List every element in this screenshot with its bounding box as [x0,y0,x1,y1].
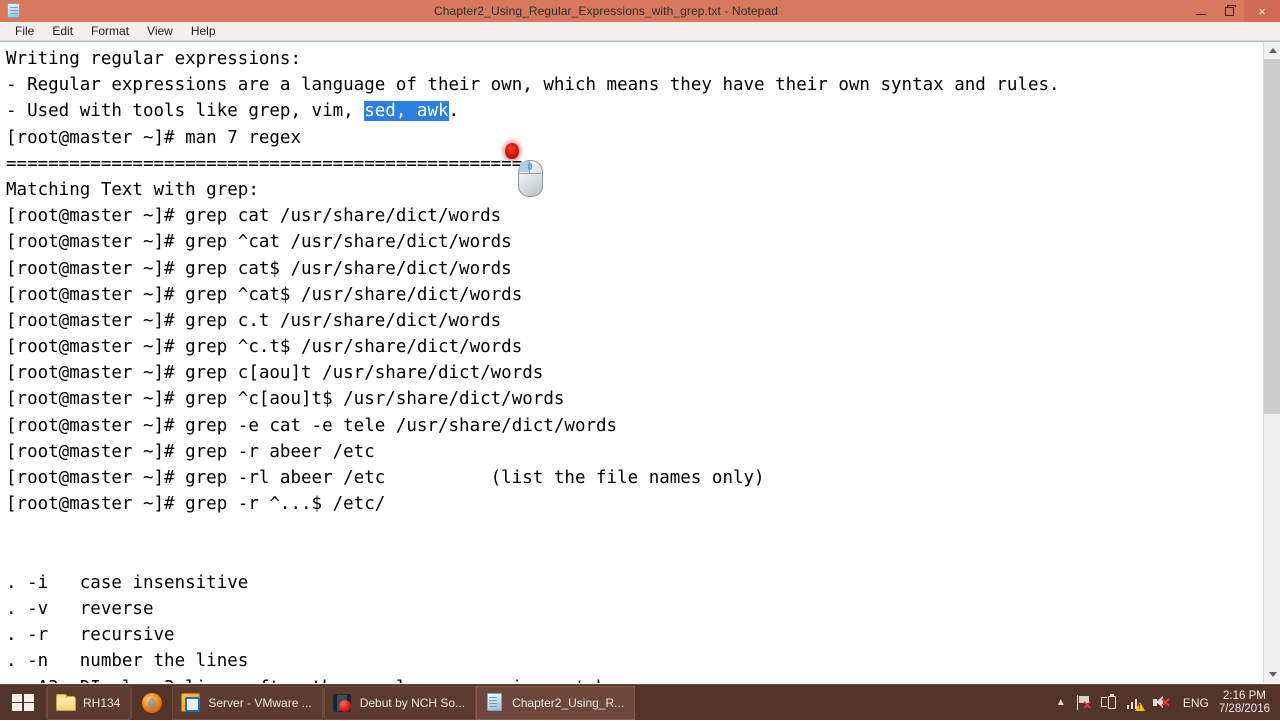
editor-line-blank [6,517,1262,543]
firefox-icon [142,693,162,713]
show-hidden-icons-button[interactable]: ▲ [1051,685,1071,721]
folder-icon [56,693,76,713]
close-button[interactable]: × [1244,0,1280,22]
editor-line-blank [6,544,1262,570]
line-prefix: - Used with tools like grep, vim, [6,101,364,121]
chevron-down-icon [1269,672,1277,677]
clock-date: 7/28/2016 [1219,703,1270,716]
taskbar-item-label: Debut by NCH So... [360,696,465,710]
editor-line: - Regular expressions are a language of … [6,72,1262,98]
network-warning-icon[interactable] [1122,685,1148,721]
scrollbar-thumb[interactable] [1264,59,1280,414]
action-center-flag-icon[interactable]: ✕ [1071,685,1096,721]
editor-line: [root@master ~]# grep -r abeer /etc [6,439,1262,465]
editor-line: [root@master ~]# grep ^c.t$ /usr/share/d… [6,334,1262,360]
editor-area: Writing regular expressions: - Regular e… [0,41,1280,684]
taskbar-item-notepad[interactable]: Chapter2_Using_R... [476,686,635,720]
taskbar-item-debut[interactable]: Debut by NCH So... [324,686,476,720]
speaker-muted-icon[interactable]: ✕ [1148,685,1175,721]
menu-item-edit[interactable]: Edit [43,23,82,40]
menu-item-file[interactable]: File [6,23,43,40]
vmware-icon [181,693,201,713]
editor-line: Writing regular expressions: [6,46,1262,72]
selected-text: sed, awk [364,101,448,121]
scroll-up-button[interactable] [1264,42,1280,59]
taskbar-item-label: Chapter2_Using_R... [512,696,624,710]
editor-line: [root@master ~]# grep ^cat$ /usr/share/d… [6,282,1262,308]
clock[interactable]: 2:16 PM 7/28/2016 [1217,690,1276,716]
notepad-icon [485,693,505,713]
menu-item-view[interactable]: View [138,23,182,40]
taskbar-item-rh134[interactable]: RH134 [47,686,131,720]
title-bar[interactable]: Chapter2_Using_Regular_Expressions_with_… [0,0,1280,22]
editor-line: [root@master ~]# grep c[aou]t /usr/share… [6,360,1262,386]
line-suffix: . [449,101,460,121]
scroll-down-button[interactable] [1264,666,1280,683]
editor-line: [root@master ~]# grep ^cat /usr/share/di… [6,229,1262,255]
menu-item-help[interactable]: Help [182,23,225,40]
windows-logo-icon [12,694,34,712]
editor-line: . -i case insensitive [6,570,1262,596]
chevron-up-icon: ▲ [1056,697,1066,708]
editor-line: . -r recursive [6,622,1262,648]
minimize-button[interactable] [1186,0,1215,22]
editor-line: [root@master ~]# man 7 regex [6,125,1262,151]
notepad-window: Chapter2_Using_Regular_Expressions_with_… [0,0,1280,684]
editor-line: [root@master ~]# grep -e cat -e tele /us… [6,413,1262,439]
menu-item-format[interactable]: Format [82,23,138,40]
editor-line: [root@master ~]# grep ^c[aou]t$ /usr/sha… [6,386,1262,412]
chevron-up-icon [1269,48,1277,53]
debut-film-icon [333,693,353,713]
text-editor[interactable]: Writing regular expressions: - Regular e… [0,42,1262,683]
taskbar-item-vmware[interactable]: Server - VMware ... [172,686,322,720]
system-tray: ▲ ✕ ✕ ENG 2:16 PM 7/28/2016 [1051,685,1280,721]
editor-line: ========================================… [6,151,1262,177]
editor-line-with-selection: - Used with tools like grep, vim, sed, a… [6,98,1262,124]
editor-line: [root@master ~]# grep c.t /usr/share/dic… [6,308,1262,334]
notepad-document-icon [6,3,22,19]
taskbar: RH134 Server - VMware ... Debut by NCH S… [0,684,1280,720]
window-title: Chapter2_Using_Regular_Expressions_with_… [22,4,1280,18]
caption-buttons: × [1186,0,1280,22]
taskbar-item-label: Server - VMware ... [208,696,311,710]
close-icon: × [1258,5,1266,18]
taskbar-item-firefox[interactable] [132,686,172,720]
start-button[interactable] [0,685,46,721]
editor-line: . -n number the lines [6,648,1262,674]
menu-bar: File Edit Format View Help [0,22,1280,41]
clock-time: 2:16 PM [1219,690,1270,703]
taskbar-item-label: RH134 [83,696,120,710]
language-indicator[interactable]: ENG [1175,696,1217,710]
editor-line: [root@master ~]# grep cat /usr/share/dic… [6,203,1262,229]
restore-icon [1225,7,1234,16]
editor-line: . -v reverse [6,596,1262,622]
editor-line: . -A3 DIsplay 3 lines after the regular … [6,675,1262,684]
editor-line: [root@master ~]# grep -r ^...$ /etc/ [6,491,1262,517]
maximize-button[interactable] [1215,0,1244,22]
minimize-icon [1196,14,1206,15]
editor-line: Matching Text with grep: [6,177,1262,203]
editor-line: [root@master ~]# grep -rl abeer /etc (li… [6,465,1262,491]
battery-icon[interactable] [1096,685,1122,721]
editor-line: [root@master ~]# grep cat$ /usr/share/di… [6,256,1262,282]
vertical-scrollbar[interactable] [1263,42,1280,683]
